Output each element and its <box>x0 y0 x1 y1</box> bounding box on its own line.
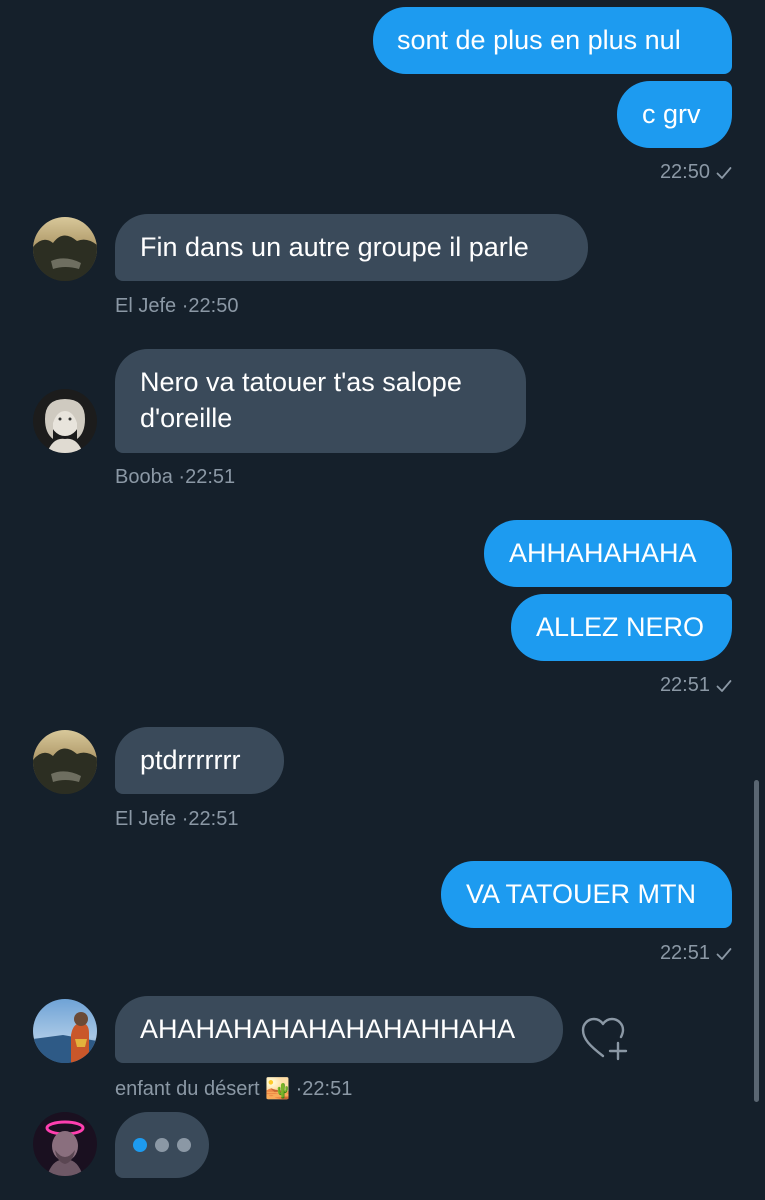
message-bubble-outgoing[interactable]: VA TATOUER MTN <box>441 861 732 928</box>
avatar-el-jefe[interactable] <box>33 217 97 281</box>
timestamp-text: 22:51 <box>302 1078 353 1100</box>
message-bubble-outgoing[interactable]: c grv <box>617 81 732 148</box>
message-bubble-incoming[interactable]: Fin dans un autre groupe il parle <box>115 214 588 281</box>
message-text-line: Nero va tatouer t'as salope <box>140 367 462 397</box>
timestamp-text: 22:51 <box>659 942 710 964</box>
timestamp-text: 22:50 <box>188 295 239 317</box>
message-sender-time: enfant du désert 🏜️ ·22:51 <box>115 1076 352 1101</box>
message-text: AHAHAHAHAHAHAHAHHAHA <box>140 1014 516 1044</box>
message-text: AHHAHAHAHA <box>509 538 697 568</box>
avatar-booba[interactable] <box>33 389 97 453</box>
message-text: ptdrrrrrrr <box>140 745 241 775</box>
timestamp-text: 22:51 <box>659 674 710 696</box>
message-timestamp: 22:51 <box>600 942 732 965</box>
typing-dot <box>133 1138 147 1152</box>
avatar-typing-user[interactable] <box>33 1112 97 1176</box>
typing-dot <box>155 1138 169 1152</box>
checkmark-icon <box>716 947 732 960</box>
message-text: ALLEZ NERO <box>536 612 705 642</box>
checkmark-icon <box>716 166 732 179</box>
sender-emoji: 🏜️ <box>265 1078 291 1100</box>
message-sender-time: El Jefe ·22:50 <box>115 295 238 318</box>
sender-name: enfant du désert <box>115 1078 260 1100</box>
heart-plus-icon <box>581 1017 628 1061</box>
message-text: VA TATOUER MTN <box>466 879 697 909</box>
sender-name: El Jefe <box>115 295 177 317</box>
react-button[interactable] <box>580 1016 630 1062</box>
avatar-enfant-du-desert[interactable] <box>33 999 97 1063</box>
scrollbar[interactable] <box>754 780 759 1102</box>
message-text: Fin dans un autre groupe il parle <box>140 232 529 262</box>
message-sender-time: Booba ·22:51 <box>115 466 235 489</box>
typing-indicator <box>115 1112 209 1178</box>
message-timestamp: 22:51 <box>600 674 732 697</box>
avatar-el-jefe[interactable] <box>33 730 97 794</box>
sender-name: Booba <box>115 466 173 488</box>
sender-name: El Jefe <box>115 808 177 830</box>
timestamp-text: 22:50 <box>659 161 710 183</box>
message-bubble-outgoing[interactable]: sont de plus en plus nul <box>373 7 732 74</box>
message-bubble-outgoing[interactable]: ALLEZ NERO <box>511 594 732 661</box>
message-text: c grv <box>642 99 701 129</box>
message-bubble-incoming[interactable]: Nero va tatouer t'as salope d'oreille <box>115 349 526 453</box>
message-sender-time: El Jefe ·22:51 <box>115 808 238 831</box>
typing-dot <box>177 1138 191 1152</box>
timestamp-text: 22:51 <box>185 466 236 488</box>
message-bubble-incoming[interactable]: ptdrrrrrrr <box>115 727 284 794</box>
message-bubble-outgoing[interactable]: AHHAHAHAHA <box>484 520 732 587</box>
message-text-line: d'oreille <box>140 403 233 433</box>
message-bubble-incoming[interactable]: AHAHAHAHAHAHAHAHHAHA <box>115 996 563 1063</box>
timestamp-text: 22:51 <box>188 808 239 830</box>
message-timestamp: 22:50 <box>600 161 732 184</box>
message-text: sont de plus en plus nul <box>397 25 681 55</box>
checkmark-icon <box>716 679 732 692</box>
